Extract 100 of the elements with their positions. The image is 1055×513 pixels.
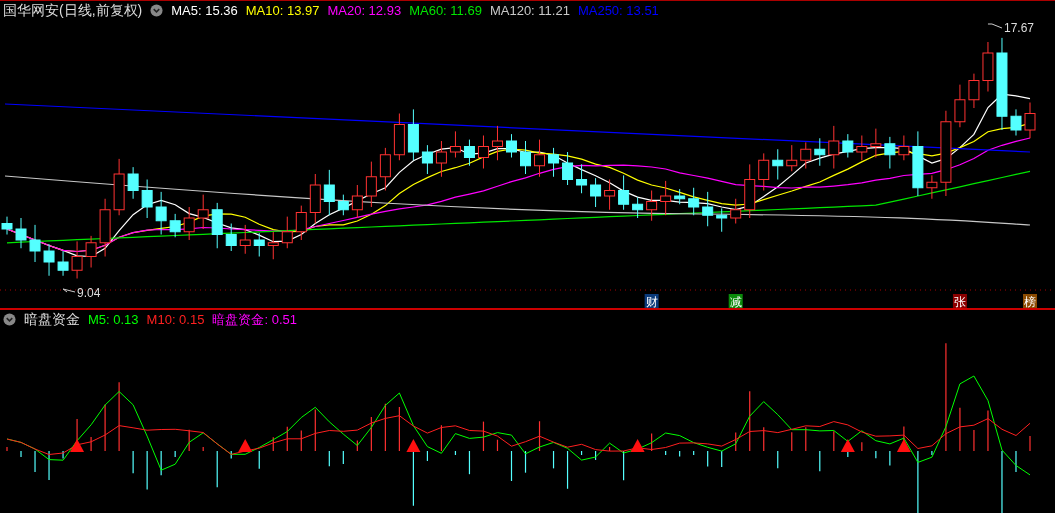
indicator-value: M5: 0.13: [88, 312, 139, 327]
event-badge[interactable]: 张: [952, 294, 967, 308]
candlestick: [604, 179, 616, 211]
indicator-title: 暗盘资金: [24, 310, 80, 329]
candlestick: [197, 194, 209, 230]
candlestick: [590, 177, 602, 208]
candlestick: [800, 141, 812, 169]
candlestick: [253, 232, 265, 257]
candlestick: [618, 174, 630, 211]
candlestick: [730, 198, 742, 224]
candlestick: [716, 207, 728, 233]
candlestick: [113, 158, 125, 216]
candlestick: [982, 41, 994, 92]
candlestick: [365, 161, 377, 208]
chart-title: 国华网安(日线,前复权): [3, 1, 143, 20]
high-price-label: 17.67: [1003, 21, 1034, 35]
dropdown-icon[interactable]: [150, 4, 164, 17]
leader-line: [987, 23, 1003, 29]
candlestick: [898, 135, 910, 161]
candlestick: [99, 198, 111, 257]
signal-triangle-icon: [238, 439, 253, 452]
volume-bar: [510, 450, 513, 482]
moving-average-value: MA5: 15.36: [171, 3, 238, 18]
candlestick: [842, 133, 854, 158]
candlestick: [870, 128, 882, 158]
candlestick: [155, 191, 167, 235]
candlestick: [463, 139, 475, 167]
candlestick: [646, 190, 658, 222]
indicator-value: M10: 0.15: [146, 312, 205, 327]
candlestick: [169, 213, 181, 238]
candlestick: [85, 235, 97, 268]
signal-triangle-icon: [630, 439, 645, 452]
candlestick: [127, 166, 139, 200]
candlestick: [576, 163, 588, 194]
candlestick: [323, 169, 335, 216]
candlestick: [71, 240, 83, 279]
signal-triangle-icon: [840, 439, 855, 452]
volume-bar: [538, 420, 541, 452]
candlestick: [744, 163, 756, 219]
candlestick: [281, 216, 293, 249]
candlestick: [660, 180, 672, 216]
moving-average-value: MA20: 12.93: [327, 3, 402, 18]
volume-bar: [566, 450, 569, 490]
event-badge[interactable]: 财: [644, 294, 659, 308]
candlestick: [393, 113, 405, 161]
moving-average-value: MA120: 11.21: [489, 3, 570, 18]
candlestick: [912, 130, 924, 197]
candlestick: [534, 139, 545, 178]
volume-bar: [524, 450, 527, 474]
leader-line: [62, 288, 76, 293]
candlestick: [379, 147, 391, 191]
candlestick: [548, 147, 560, 178]
candlestick: [520, 140, 531, 175]
candlestick: [309, 173, 321, 224]
candlestick: [211, 202, 223, 249]
dropdown-icon[interactable]: [3, 313, 16, 326]
candlestick: [828, 125, 840, 169]
candlestick: [351, 184, 363, 219]
candlestick: [1010, 108, 1022, 136]
volume-bar: [580, 450, 583, 456]
candlestick: [506, 133, 517, 158]
candlestick: [786, 144, 798, 172]
moving-average-value: MA10: 13.97: [245, 3, 320, 18]
candlestick: [1, 216, 13, 235]
candlestick: [968, 73, 980, 109]
low-price-label: 9.04: [77, 286, 101, 300]
candlestick: [141, 179, 153, 219]
candlestick: [492, 125, 503, 161]
candlestick: [688, 187, 700, 216]
candlestick: [884, 136, 896, 169]
candlestick: [856, 135, 868, 161]
moving-average-value: MA250: 13.51: [577, 3, 659, 18]
signal-triangle-icon: [896, 439, 911, 452]
volume-bar: [496, 439, 499, 452]
event-badge[interactable]: 减: [728, 294, 743, 308]
candlestick: [954, 84, 966, 128]
candlestick: [183, 206, 195, 241]
candlestick: [407, 108, 419, 161]
candlestick: [632, 196, 644, 219]
candlestick: [814, 137, 826, 167]
signal-triangle-icon: [70, 439, 85, 452]
indicator-value: 暗盘资金: 0.51: [212, 310, 297, 329]
candlestick: [421, 144, 433, 175]
candlestick: [239, 224, 251, 255]
candlestick: [267, 231, 279, 260]
candlestick: [29, 224, 41, 263]
candlestick: [449, 130, 461, 158]
candlestick: [435, 140, 447, 178]
candlestick: [758, 152, 770, 191]
volume-bar: [468, 450, 471, 475]
signal-triangle-icon: [406, 439, 421, 452]
candlestick: [702, 191, 714, 227]
candlestick: [477, 135, 489, 169]
volume-bar: [454, 450, 457, 456]
moving-average-value: MA60: 11.69: [409, 3, 482, 18]
event-badge[interactable]: 榜: [1023, 294, 1037, 308]
candlestick: [15, 217, 27, 249]
candlestick: [225, 223, 237, 252]
candlestick: [295, 205, 307, 241]
candlestick: [562, 151, 574, 186]
